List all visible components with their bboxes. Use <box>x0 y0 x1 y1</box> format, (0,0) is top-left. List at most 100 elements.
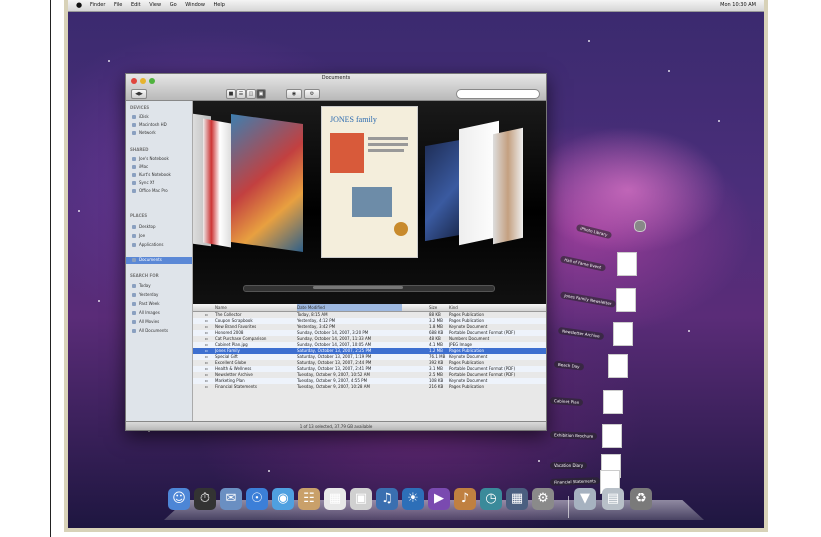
sidebar-item-shared-2[interactable]: iMac <box>132 164 190 170</box>
trash-icon[interactable]: ♻ <box>630 488 652 510</box>
search-input[interactable] <box>456 89 540 99</box>
menu-view[interactable]: View <box>149 2 161 8</box>
menu-bar: ● Finder File Edit View Go Window Help M… <box>68 0 764 12</box>
page-border-line <box>50 0 51 537</box>
window-title: Documents <box>321 75 351 81</box>
system-preferences-icon[interactable]: ⚙ <box>532 488 554 510</box>
sidebar-item-idisk[interactable]: iDisk <box>132 114 190 120</box>
stack-item-thumbnail <box>608 354 628 378</box>
cell-name: Financial Statements <box>215 384 257 389</box>
cover-page-badge <box>394 222 408 236</box>
sidebar-item-shared-1[interactable]: Joe's Notebook <box>132 156 190 162</box>
status-bar: 1 of 13 selected, 37.79 GB available <box>126 421 546 430</box>
sidebar-item-past-week[interactable]: Past Week <box>132 301 190 307</box>
view-column-button[interactable]: ◫ <box>246 89 256 99</box>
sidebar-item-shared-4[interactable]: Sync Xf <box>132 180 190 186</box>
cell-kind: Pages Publication <box>449 384 484 389</box>
menu-window[interactable]: Window <box>185 2 205 8</box>
window-titlebar[interactable]: Documents ◀▶ ■ ☰ ◫ ▣ ◉ ⚙ <box>126 74 546 101</box>
view-coverflow-button[interactable]: ▣ <box>256 89 266 99</box>
column-size[interactable]: Size <box>429 304 437 311</box>
column-kind[interactable]: Kind <box>449 304 458 311</box>
quick-look-button[interactable]: ◉ <box>286 89 302 99</box>
garageband-icon[interactable]: ♪ <box>454 488 476 510</box>
stack-item-thumbnail <box>603 390 623 414</box>
cell-date: Tuesday, October 9, 2007, 10:28 AM <box>297 384 370 389</box>
sidebar-item-applications[interactable]: Applications <box>132 242 190 248</box>
menu-file[interactable]: File <box>114 2 122 8</box>
downloads-stack-icon[interactable]: ▼ <box>574 488 596 510</box>
menu-help[interactable]: Help <box>214 2 225 8</box>
menu-edit[interactable]: Edit <box>131 2 141 8</box>
preview-icon[interactable]: ▣ <box>350 488 372 510</box>
stack-item-label: Newsletter Archive <box>557 326 605 341</box>
cover-page-text-line <box>368 137 408 140</box>
sidebar-heading-search: SEARCH FOR <box>130 273 159 278</box>
dock: ☺ ⏱ ✉ ☉ ◉ ☷ ▦ ▣ ♫ ☀ ▶ ♪ ◷ ▦ ⚙ ▼ ▤ ♻ <box>164 482 704 522</box>
sidebar-item-shared-3[interactable]: Kurt's Notebook <box>132 172 190 178</box>
sidebar-heading-devices: DEVICES <box>130 105 150 110</box>
cover-flow-scroll-thumb[interactable] <box>313 286 403 289</box>
cover-page-selected-title: JONES family <box>330 115 377 124</box>
desktop: ● Finder File Edit View Go Window Help M… <box>64 0 768 532</box>
cover-page-selected[interactable]: JONES family <box>321 106 418 258</box>
stack-item-thumbnail <box>616 288 636 312</box>
sidebar-item-macintosh-hd[interactable]: Macintosh HD <box>132 122 190 128</box>
spaces-icon[interactable]: ▦ <box>506 488 528 510</box>
sidebar-heading-places: PLACES <box>130 213 148 218</box>
cell-size: 216 KB <box>429 384 444 389</box>
time-machine-icon[interactable]: ◷ <box>480 488 502 510</box>
sidebar-item-home[interactable]: Joe <box>132 233 190 239</box>
stack-item-thumbnail <box>617 252 637 276</box>
file-icon: ▫ <box>205 384 208 389</box>
cover-flow-view[interactable]: JONES family <box>193 101 546 304</box>
sidebar-item-desktop[interactable]: Desktop <box>132 224 190 230</box>
imovie-icon[interactable]: ▶ <box>428 488 450 510</box>
iphoto-icon[interactable]: ☀ <box>402 488 424 510</box>
menu-items: Finder File Edit View Go Window Help <box>90 0 232 11</box>
back-forward-buttons[interactable]: ◀▶ <box>131 89 147 99</box>
apple-menu-icon[interactable]: ● <box>76 0 82 11</box>
safari-icon[interactable]: ☉ <box>246 488 268 510</box>
sidebar-item-shared-5[interactable]: Office Mac Pro <box>132 188 190 194</box>
address-book-icon[interactable]: ☷ <box>298 488 320 510</box>
sidebar-item-network[interactable]: Network <box>132 130 190 136</box>
menu-clock[interactable]: Mon 10:30 AM <box>720 0 756 11</box>
column-date-modified[interactable]: Date Modified <box>297 304 402 311</box>
sidebar-item-all-movies[interactable]: All Movies <box>132 319 190 325</box>
stack-item-thumbnail <box>602 424 622 448</box>
cover-page-text-line <box>368 143 408 146</box>
sidebar-item-today[interactable]: Today <box>132 283 190 289</box>
stack-item-label: Exhibition Brochure <box>549 431 598 440</box>
action-gear-button[interactable]: ⚙ <box>304 89 320 99</box>
stack-item-label: Cabinet Plan <box>549 396 584 407</box>
sidebar-item-documents[interactable]: Documents <box>132 257 190 263</box>
stack-item-label: Hall of Fame Event <box>559 255 606 272</box>
stack-item-label: Vacation Diary <box>550 462 588 469</box>
cover-page-left-2[interactable] <box>203 118 231 248</box>
cover-page-photo[interactable] <box>231 113 303 253</box>
column-name[interactable]: Name <box>215 304 227 311</box>
stack-item-label: iPhoto Library <box>575 223 613 240</box>
view-icon-button[interactable]: ■ <box>226 89 236 99</box>
sidebar-item-yesterday[interactable]: Yesterday <box>132 292 190 298</box>
finder-window: Documents ◀▶ ■ ☰ ◫ ▣ ◉ ⚙ DEVICES iDisk M… <box>125 73 547 431</box>
menu-finder[interactable]: Finder <box>90 2 105 8</box>
ichat-icon[interactable]: ◉ <box>272 488 294 510</box>
cover-page-image-1 <box>330 133 364 173</box>
documents-stack-icon[interactable]: ▤ <box>602 488 624 510</box>
dock-separator <box>568 496 569 518</box>
ical-icon[interactable]: ▦ <box>324 488 346 510</box>
sidebar-item-all-documents[interactable]: All Documents <box>132 328 190 334</box>
menu-go[interactable]: Go <box>170 2 177 8</box>
mail-icon[interactable]: ✉ <box>220 488 242 510</box>
stack-item-thumbnail <box>613 322 633 346</box>
itunes-icon[interactable]: ♫ <box>376 488 398 510</box>
cover-page-right-3[interactable] <box>493 127 523 245</box>
sidebar-item-all-images[interactable]: All Images <box>132 310 190 316</box>
cover-page-image-2 <box>352 187 392 217</box>
dashboard-icon[interactable]: ⏱ <box>194 488 216 510</box>
finder-icon[interactable]: ☺ <box>168 488 190 510</box>
view-list-button[interactable]: ☰ <box>236 89 246 99</box>
table-row[interactable]: ▫ Financial Statements Tuesday, October 9,… <box>193 384 546 390</box>
